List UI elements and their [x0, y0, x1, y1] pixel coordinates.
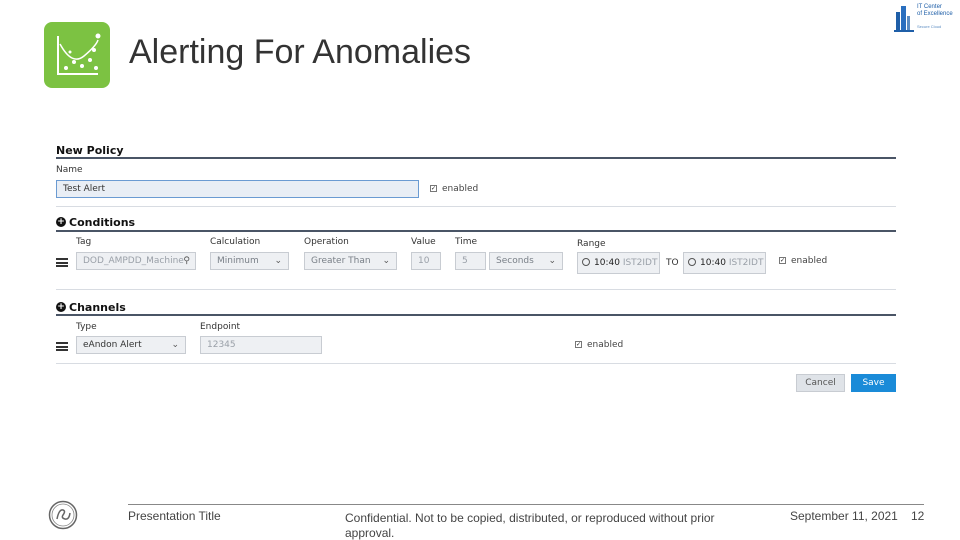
channels-heading: Channels — [69, 301, 126, 314]
row-divider — [56, 206, 896, 207]
clock-icon — [688, 258, 696, 266]
condition-drag-handle-icon[interactable] — [56, 258, 68, 267]
page-number: 12 — [911, 509, 925, 523]
section-divider — [56, 314, 896, 316]
value-label: Value — [411, 237, 436, 247]
cancel-button[interactable]: Cancel — [796, 374, 845, 392]
time-value-input[interactable]: 5 — [455, 252, 486, 270]
row-divider — [56, 289, 896, 290]
search-icon: ⚲ — [183, 256, 190, 266]
calculation-select[interactable]: Minimum ⌄ — [210, 252, 289, 270]
time-unit-select[interactable]: Seconds ⌄ — [489, 252, 563, 270]
add-channel-icon[interactable]: + — [56, 302, 66, 312]
policy-enabled-label: enabled — [442, 184, 479, 194]
new-policy-heading: New Policy — [56, 144, 124, 157]
range-label: Range — [577, 239, 606, 249]
range-to-label: TO — [666, 258, 679, 268]
clock-icon — [582, 258, 590, 266]
alert-policy-form: New Policy Name Test Alert ✓ enabled + C… — [56, 144, 896, 394]
chevron-down-icon: ⌄ — [274, 256, 282, 266]
range-start-time-picker[interactable]: 10:40 IST2IDT — [577, 252, 660, 274]
chevron-down-icon: ⌄ — [548, 256, 556, 266]
add-condition-icon[interactable]: + — [56, 217, 66, 227]
value-input[interactable]: 10 — [411, 252, 441, 270]
condition-enabled-label: enabled — [791, 256, 828, 266]
condition-enabled-checkbox[interactable]: ✓ — [779, 257, 786, 264]
ge-monogram-logo-icon — [48, 500, 78, 530]
operation-select[interactable]: Greater Than ⌄ — [304, 252, 397, 270]
coe-logo-text: IT Center of Excellence — [917, 4, 953, 17]
endpoint-input[interactable]: 12345 — [200, 336, 322, 354]
channel-type-select[interactable]: eAndon Alert ⌄ — [76, 336, 186, 354]
coe-logo-subtext: Secure Cloud — [917, 24, 942, 29]
range-end-time-picker[interactable]: 10:40 IST2IDT — [683, 252, 766, 274]
presentation-date: September 11, 2021 — [790, 509, 898, 523]
footer-divider — [128, 504, 924, 505]
save-button[interactable]: Save — [851, 374, 896, 392]
channel-drag-handle-icon[interactable] — [56, 342, 68, 351]
channel-type-label: Type — [76, 322, 97, 332]
chevron-down-icon: ⌄ — [171, 340, 179, 350]
channel-enabled-label: enabled — [587, 340, 624, 350]
presentation-title: Presentation Title — [128, 509, 221, 523]
tag-search-input[interactable]: DOD_AMPDD_Machine ⚲ — [76, 252, 196, 270]
section-divider — [56, 230, 896, 232]
confidential-notice: Confidential. Not to be copied, distribu… — [345, 511, 715, 540]
policy-enabled-checkbox[interactable]: ✓ — [430, 185, 437, 192]
name-label: Name — [56, 165, 83, 175]
policy-name-input[interactable]: Test Alert — [56, 180, 419, 198]
operation-label: Operation — [304, 237, 349, 247]
endpoint-label: Endpoint — [200, 322, 241, 332]
tag-label: Tag — [76, 237, 92, 247]
slide-title: Alerting For Anomalies — [129, 33, 472, 71]
section-divider — [56, 157, 896, 159]
chevron-down-icon: ⌄ — [382, 256, 390, 266]
conditions-heading: Conditions — [69, 216, 136, 229]
time-label: Time — [455, 237, 478, 247]
row-divider — [56, 363, 896, 364]
scatter-plot-logo-icon — [44, 22, 110, 88]
calculation-label: Calculation — [210, 237, 261, 247]
channel-enabled-checkbox[interactable]: ✓ — [575, 341, 582, 348]
